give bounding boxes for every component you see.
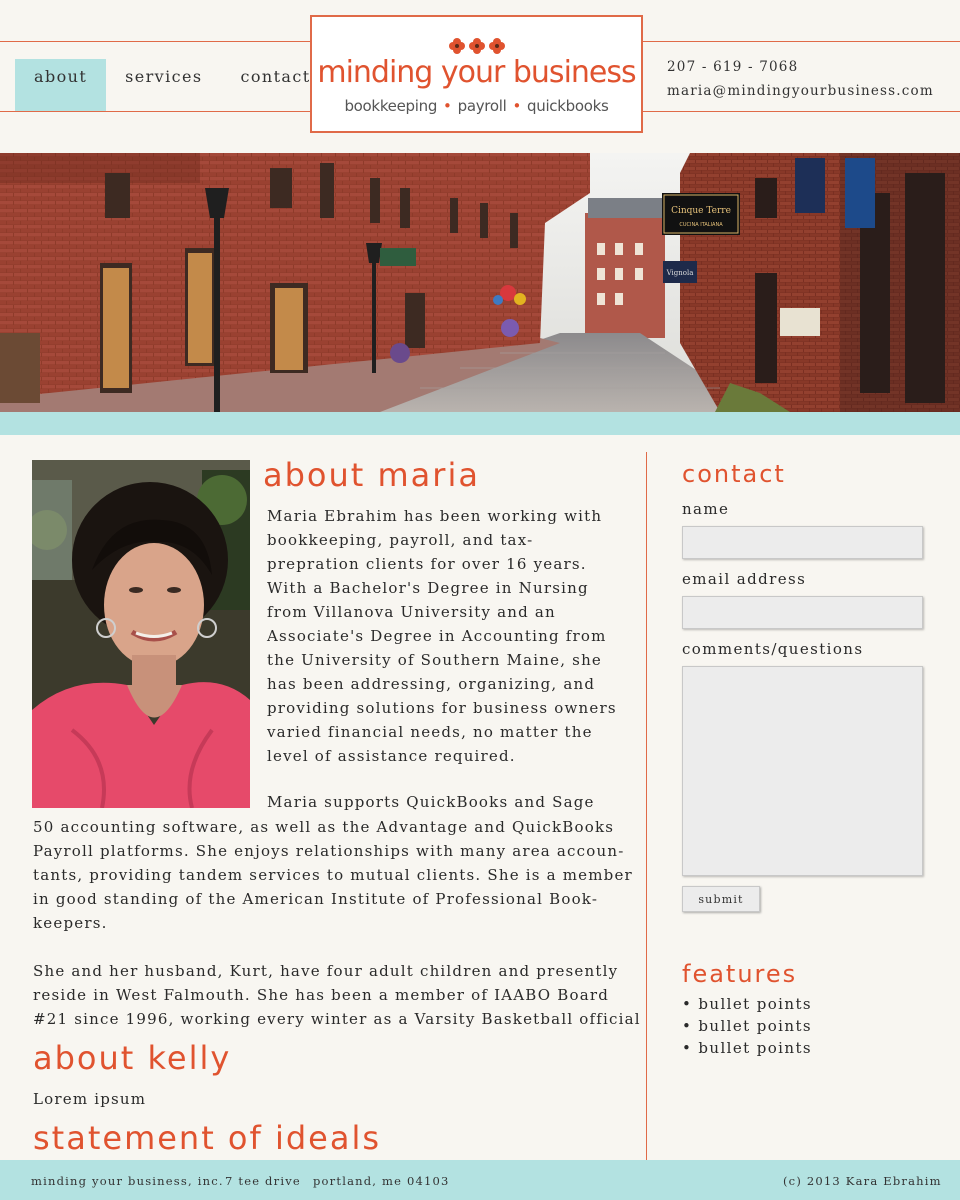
text-line: She and her husband, Kurt, have four adu… bbox=[33, 962, 619, 980]
about-maria-paragraph-2: 50 accounting software, as well as the A… bbox=[33, 815, 633, 935]
name-input[interactable] bbox=[682, 526, 923, 559]
text-line: providing solutions for business owners bbox=[267, 699, 617, 717]
svg-text:Vignola: Vignola bbox=[666, 269, 694, 277]
logo-title: minding your business bbox=[317, 55, 636, 90]
flower-icon bbox=[468, 38, 485, 54]
text-line: reside in West Falmouth. She has been a … bbox=[33, 986, 610, 1004]
bullet-dot-icon: • bbox=[443, 97, 452, 115]
about-maria-paragraph-3: She and her husband, Kurt, have four adu… bbox=[33, 959, 641, 1031]
svg-text:CUCINA ITALIANA: CUCINA ITALIANA bbox=[679, 222, 723, 228]
nav-services[interactable]: services bbox=[106, 59, 221, 111]
text-line: bookkeeping, payroll, and tax- bbox=[267, 531, 534, 549]
logo-tag-quickbooks: quickbooks bbox=[527, 97, 609, 115]
list-item: bullet points bbox=[682, 1015, 812, 1037]
text-line: Payroll platforms. She enjoys relationsh… bbox=[33, 842, 625, 860]
contact-heading: contact bbox=[682, 460, 786, 488]
header-phone[interactable]: 207 - 619 - 7068 bbox=[667, 55, 934, 79]
email-label: email address bbox=[682, 570, 807, 588]
features-list: bullet points bullet points bullet point… bbox=[682, 993, 812, 1059]
text-line: Associate's Degree in Accounting from bbox=[267, 627, 607, 645]
column-divider bbox=[646, 452, 647, 1188]
logo-tagline: bookkeeping • payroll • quickbooks bbox=[312, 97, 641, 115]
header-email[interactable]: maria@mindingyourbusiness.com bbox=[667, 79, 934, 103]
bullet-dot-icon: • bbox=[512, 97, 522, 115]
text-line: varied financial needs, no matter the bbox=[267, 723, 593, 741]
flower-icon bbox=[488, 38, 505, 54]
text-line: keepers. bbox=[33, 914, 108, 932]
footer-street: 7 tee drive bbox=[225, 1174, 301, 1188]
text-line: With a Bachelor's Degree in Nursing bbox=[267, 579, 589, 597]
flower-icon bbox=[448, 38, 465, 54]
footer-company: minding your business, inc. bbox=[31, 1174, 224, 1188]
text-line: prepration clients for over 16 years. bbox=[267, 555, 587, 573]
email-input[interactable] bbox=[682, 596, 923, 629]
list-item: bullet points bbox=[682, 993, 812, 1015]
comments-textarea[interactable] bbox=[682, 666, 923, 876]
site-footer: minding your business, inc. 7 tee drive … bbox=[0, 1160, 960, 1200]
comments-label: comments/questions bbox=[682, 640, 864, 658]
text-line: level of assistance required. bbox=[267, 747, 516, 765]
about-maria-heading: about maria bbox=[263, 456, 480, 494]
name-label: name bbox=[682, 500, 730, 518]
text-line: the University of Southern Maine, she bbox=[267, 651, 603, 669]
svg-text:Cinque Terre: Cinque Terre bbox=[671, 206, 731, 216]
main-nav: about services contact bbox=[15, 59, 330, 111]
flower-icons bbox=[312, 38, 641, 54]
submit-button[interactable]: submit bbox=[682, 886, 760, 912]
footer-copyright: (c) 2013 Kara Ebrahim bbox=[783, 1174, 942, 1188]
footer-city: portland, me 04103 bbox=[313, 1174, 450, 1188]
header-contact: 207 - 619 - 7068 maria@mindingyourbusine… bbox=[667, 55, 934, 103]
text-line: tants, providing tandem services to mutu… bbox=[33, 866, 633, 884]
text-line: Maria Ebrahim has been working with bbox=[267, 507, 603, 525]
site-logo[interactable]: minding your business bookkeeping • payrol… bbox=[310, 15, 643, 133]
hero-teal-band bbox=[0, 412, 960, 435]
about-maria-paragraph-1: Maria Ebrahim has been working with book… bbox=[267, 504, 617, 768]
text-line: has been addressing, organizing, and bbox=[267, 675, 596, 693]
about-maria-paragraph-2-start: Maria supports QuickBooks and Sage bbox=[267, 793, 595, 811]
text-line: #21 since 1996, working every winter as … bbox=[33, 1010, 641, 1028]
logo-tag-bookkeeping: bookkeeping bbox=[344, 97, 438, 115]
statement-heading: statement of ideals bbox=[33, 1119, 381, 1157]
text-line: in good standing of the American Institu… bbox=[33, 890, 599, 908]
maria-portrait-photo bbox=[32, 460, 250, 808]
text-line: from Villanova University and an bbox=[267, 603, 556, 621]
hero-street-image: Cinque Terre CUCINA ITALIANA Vignola bbox=[0, 153, 960, 412]
about-kelly-text: Lorem ipsum bbox=[33, 1090, 147, 1108]
about-kelly-heading: about kelly bbox=[33, 1039, 232, 1077]
logo-tag-payroll: payroll bbox=[457, 97, 507, 115]
nav-about[interactable]: about bbox=[15, 59, 107, 111]
text-line: 50 accounting software, as well as the A… bbox=[33, 818, 615, 836]
list-item: bullet points bbox=[682, 1037, 812, 1059]
features-heading: features bbox=[682, 960, 798, 988]
